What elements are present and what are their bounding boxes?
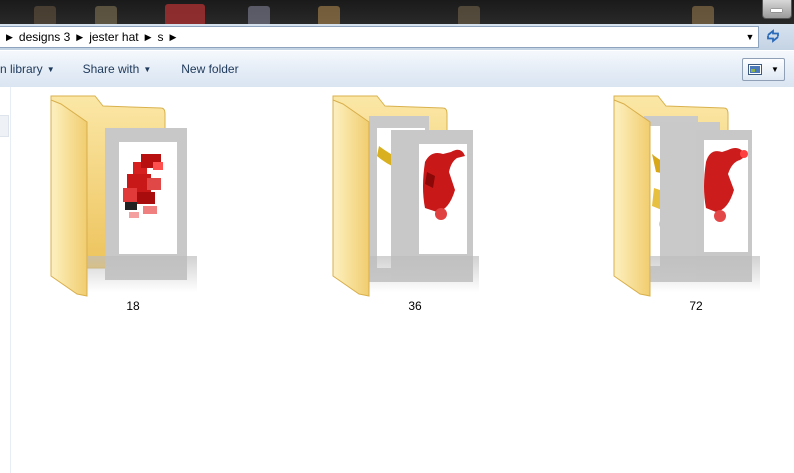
refresh-icon [767,29,779,43]
folder-name[interactable]: 18 [43,299,223,313]
new-folder-label: New folder [181,62,239,76]
taskbar-app-icon[interactable] [34,6,56,26]
navigation-pane-edge [0,87,11,473]
breadcrumb-jester-hat[interactable]: jester hat [89,30,138,44]
refresh-button[interactable] [762,26,784,46]
chevron-down-icon: ▼ [143,64,152,74]
taskbar-app-icon[interactable] [318,6,340,26]
triangle-right-icon[interactable]: ▶ [145,32,152,43]
folder-item-36[interactable]: 36 [325,92,505,322]
taskbar-app-icon[interactable] [692,6,714,26]
address-bar[interactable]: ▶ designs 3 ▶ jester hat ▶ s ▶ ▼ [0,26,759,48]
taskbar-app-icon[interactable] [165,4,205,26]
address-bar-row: ▶ designs 3 ▶ jester hat ▶ s ▶ ▼ [0,24,794,50]
folder-name[interactable]: 36 [325,299,505,313]
nav-scrollbar[interactable] [0,115,9,137]
folder-icon [50,95,197,297]
folder-icon [613,95,760,297]
taskbar-app-icon[interactable] [458,6,480,26]
taskbar-app-icon[interactable] [95,6,117,26]
minimize-button[interactable] [762,0,792,19]
folder-item-72[interactable]: 72 [606,92,786,322]
chevron-down-icon: ▼ [771,65,779,74]
chevron-down-icon[interactable]: ▼ [742,27,758,47]
share-with-button[interactable]: Share with ▼ [83,62,152,76]
view-options-icon [748,64,762,75]
triangle-right-icon[interactable]: ▶ [170,32,177,43]
breadcrumb-designs-3[interactable]: designs 3 [19,30,70,44]
file-list: 18 36 72 [0,87,794,473]
triangle-right-icon[interactable]: ▶ [76,32,83,43]
folder-name[interactable]: 72 [606,299,786,313]
change-view-button[interactable] [742,58,768,81]
folder-icon [332,95,479,297]
share-with-label: Share with [82,62,140,76]
view-dropdown-button[interactable]: ▼ [766,58,785,81]
breadcrumb-s[interactable]: s [158,30,164,44]
new-folder-button[interactable]: New folder [181,62,238,76]
chevron-down-icon: ▼ [46,64,55,74]
include-in-library-button[interactable]: n library ▼ [0,62,55,76]
include-in-library-label: n library [0,62,43,76]
triangle-right-icon[interactable]: ▶ [6,32,13,43]
folder-item-18[interactable]: 18 [43,92,223,322]
taskbar-app-icon[interactable] [248,6,270,26]
command-toolbar: n library ▼ Share with ▼ New folder ▼ [0,50,794,88]
